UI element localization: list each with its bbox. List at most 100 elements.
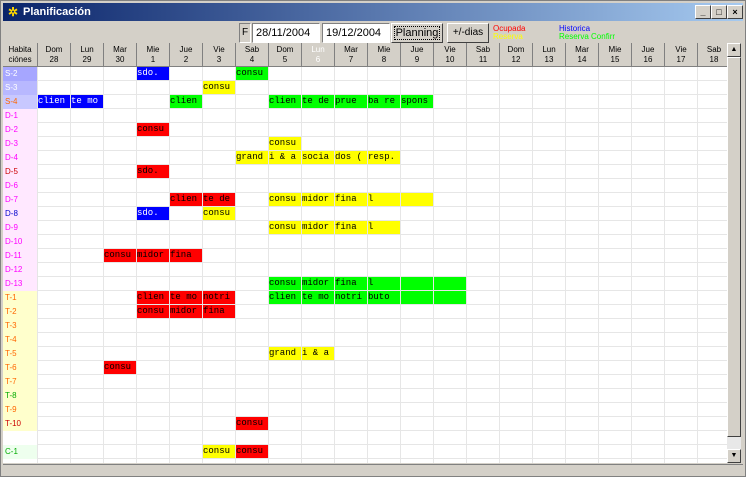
booking-cell[interactable]: midor bbox=[170, 305, 202, 318]
booking-cell[interactable]: l bbox=[368, 221, 400, 234]
room-label[interactable]: T-2 bbox=[3, 305, 38, 319]
booking-cell[interactable]: grand bbox=[269, 347, 301, 360]
booking-cell[interactable]: consu bbox=[236, 417, 268, 430]
room-label[interactable]: D-2 bbox=[3, 123, 38, 137]
room-row[interactable]: D-12 bbox=[3, 263, 727, 277]
room-label[interactable]: D-5 bbox=[3, 165, 38, 179]
booking-cell[interactable]: notri bbox=[203, 291, 235, 304]
day-header[interactable]: Vie 10 bbox=[434, 43, 467, 67]
scroll-thumb[interactable] bbox=[727, 57, 741, 437]
day-header[interactable]: Mar 7 bbox=[335, 43, 368, 67]
room-label[interactable]: S-4 bbox=[3, 95, 38, 109]
room-row[interactable]: T-9 bbox=[3, 403, 727, 417]
room-label[interactable]: T-6 bbox=[3, 361, 38, 375]
booking-cell[interactable]: consu bbox=[104, 361, 136, 374]
minimize-button[interactable]: _ bbox=[695, 5, 711, 19]
day-header[interactable]: Sab 11 bbox=[467, 43, 500, 67]
date-to-field[interactable]: 19/12/2004 bbox=[322, 23, 390, 43]
day-header[interactable]: Dom 12 bbox=[500, 43, 533, 67]
room-row[interactable]: T-8 bbox=[3, 389, 727, 403]
maximize-button[interactable]: □ bbox=[711, 5, 727, 19]
room-row[interactable]: T-2 bbox=[3, 305, 727, 319]
room-row[interactable]: T-4 bbox=[3, 333, 727, 347]
room-label[interactable]: D-3 bbox=[3, 137, 38, 151]
day-header[interactable]: Jue 2 bbox=[170, 43, 203, 67]
day-header[interactable]: Dom 5 bbox=[269, 43, 302, 67]
booking-cell[interactable]: midor bbox=[302, 221, 334, 234]
booking-cell[interactable]: prue bbox=[335, 95, 367, 108]
room-row[interactable]: D-1 bbox=[3, 109, 727, 123]
booking-cell[interactable] bbox=[401, 277, 433, 290]
room-label[interactable]: D-12 bbox=[3, 263, 38, 277]
booking-cell[interactable]: te mo bbox=[170, 291, 202, 304]
booking-cell[interactable]: consu bbox=[203, 445, 235, 458]
day-header[interactable]: Vie 17 bbox=[665, 43, 698, 67]
room-row[interactable]: S-3 bbox=[3, 81, 727, 95]
room-label[interactable]: T-10 bbox=[3, 417, 38, 431]
room-label[interactable]: T-4 bbox=[3, 333, 38, 347]
room-row[interactable] bbox=[3, 431, 727, 445]
day-header[interactable]: Mar 14 bbox=[566, 43, 599, 67]
day-header[interactable]: Mie 15 bbox=[599, 43, 632, 67]
room-label[interactable]: S-3 bbox=[3, 81, 38, 95]
room-row[interactable]: D-5 bbox=[3, 165, 727, 179]
room-row[interactable]: T-5 bbox=[3, 347, 727, 361]
room-row[interactable]: T-10 bbox=[3, 417, 727, 431]
booking-cell[interactable]: te de bbox=[302, 95, 334, 108]
room-row[interactable]: D-2 bbox=[3, 123, 727, 137]
day-header[interactable]: Mie 8 bbox=[368, 43, 401, 67]
booking-cell[interactable]: consu bbox=[203, 81, 235, 94]
day-header[interactable]: Lun 6 bbox=[302, 43, 335, 67]
booking-cell[interactable]: clien bbox=[137, 291, 169, 304]
room-label[interactable]: T-3 bbox=[3, 319, 38, 333]
room-label[interactable]: D-6 bbox=[3, 179, 38, 193]
planning-grid[interactable]: Habita ciónes Dom 28 Lun 29 Mar 30 Mie 1 Jue 2 Vie 3 S… bbox=[3, 43, 727, 463]
day-header[interactable]: Jue 16 bbox=[632, 43, 665, 67]
booking-cell[interactable] bbox=[434, 291, 466, 304]
dias-button[interactable]: +/-dias bbox=[447, 23, 489, 43]
room-label[interactable]: T-1 bbox=[3, 291, 38, 305]
booking-cell[interactable]: l bbox=[368, 193, 400, 206]
booking-cell[interactable]: ba re bbox=[368, 95, 400, 108]
date-from-field[interactable]: 28/11/2004 bbox=[252, 23, 320, 43]
room-label[interactable]: C-1 bbox=[3, 445, 38, 459]
booking-cell[interactable]: consu bbox=[269, 193, 301, 206]
room-row[interactable]: C-1 bbox=[3, 445, 727, 459]
booking-cell[interactable]: midor bbox=[302, 193, 334, 206]
day-header[interactable]: Dom 28 bbox=[38, 43, 71, 67]
room-label[interactable]: D-10 bbox=[3, 235, 38, 249]
booking-cell[interactable]: te mo bbox=[71, 95, 103, 108]
booking-cell[interactable]: fina bbox=[335, 277, 367, 290]
booking-cell[interactable]: clien bbox=[170, 193, 202, 206]
booking-cell[interactable]: spons bbox=[401, 95, 433, 108]
booking-cell[interactable]: notri bbox=[335, 291, 367, 304]
title-bar[interactable]: ✲ Planificación bbox=[3, 3, 743, 21]
booking-cell[interactable]: clien bbox=[269, 291, 301, 304]
booking-cell[interactable]: consu bbox=[137, 305, 169, 318]
booking-cell[interactable]: l bbox=[368, 277, 400, 290]
room-row[interactable]: S-2 bbox=[3, 67, 727, 81]
close-button[interactable]: × bbox=[727, 5, 743, 19]
scroll-up-icon[interactable]: ▲ bbox=[727, 43, 741, 57]
booking-cell[interactable]: consu bbox=[104, 249, 136, 262]
booking-cell[interactable]: fina bbox=[203, 305, 235, 318]
day-header[interactable]: Vie 3 bbox=[203, 43, 236, 67]
scroll-down-icon[interactable]: ▼ bbox=[727, 449, 741, 463]
room-label[interactable]: D-9 bbox=[3, 221, 38, 235]
booking-cell[interactable]: buto bbox=[368, 291, 400, 304]
room-label[interactable]: S-2 bbox=[3, 67, 38, 81]
day-header[interactable]: Lun 13 bbox=[533, 43, 566, 67]
booking-cell[interactable]: te mo bbox=[302, 291, 334, 304]
room-label[interactable] bbox=[3, 431, 38, 445]
booking-cell[interactable]: midor bbox=[137, 249, 169, 262]
room-row[interactable]: D-10 bbox=[3, 235, 727, 249]
booking-cell[interactable]: clien bbox=[170, 95, 202, 108]
booking-cell[interactable]: sdo. bbox=[137, 165, 169, 178]
booking-cell[interactable]: consu bbox=[203, 207, 235, 220]
booking-cell[interactable] bbox=[434, 277, 466, 290]
booking-cell[interactable]: consu bbox=[269, 221, 301, 234]
room-label[interactable]: T-7 bbox=[3, 375, 38, 389]
day-header[interactable]: Jue 9 bbox=[401, 43, 434, 67]
booking-cell[interactable]: fina bbox=[170, 249, 202, 262]
room-row[interactable]: D-6 bbox=[3, 179, 727, 193]
